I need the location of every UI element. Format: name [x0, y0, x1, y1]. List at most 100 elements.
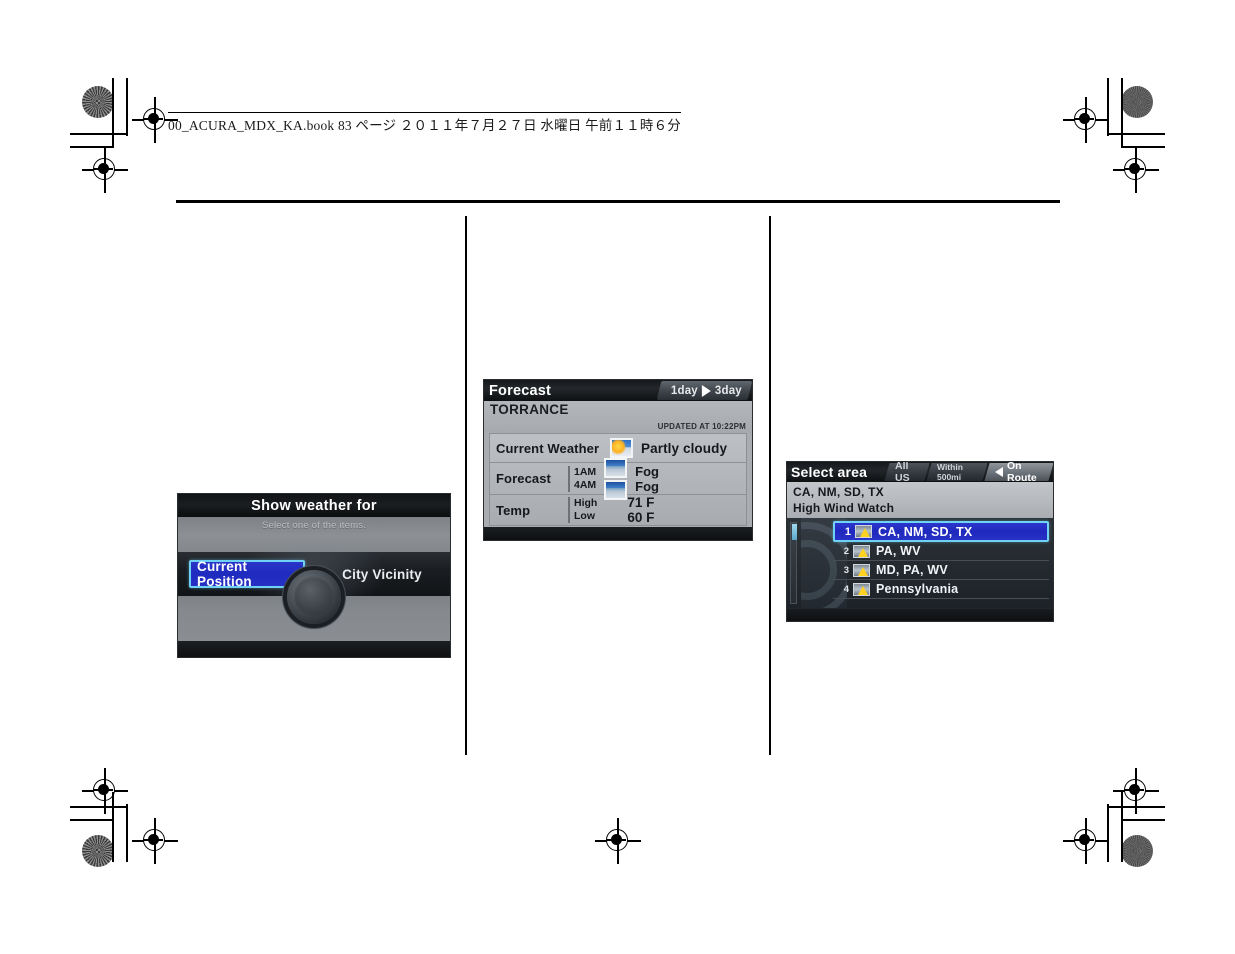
crop-line-tl-v2	[112, 78, 114, 148]
temp-key-high: High	[574, 497, 598, 509]
forecast-title: Forecast	[489, 382, 552, 399]
forecast-value-1: Fog	[635, 463, 659, 479]
list-item-label: MD, PA, WV	[876, 563, 948, 577]
select-area-alert-header: CA, NM, SD, TX High Wind Watch	[787, 482, 1053, 518]
tab-all-us-label: All US	[895, 461, 910, 484]
crop-line-bl-h	[70, 806, 128, 808]
select-area-footer-bar	[787, 609, 1053, 621]
crop-line-tl-h2	[70, 146, 114, 148]
tab-all-us[interactable]: All US	[884, 461, 930, 484]
page-header-text: 00_ACURA_MDX_KA.book 83 ページ ２０１１年７月２７日 水…	[168, 112, 681, 134]
crop-line-tr-h2	[1121, 146, 1165, 148]
forecast-icons	[596, 457, 628, 500]
print-color-patch-bottom-left	[82, 835, 114, 867]
row-temp: Temp High Low 71 F 60 F	[490, 495, 746, 525]
registration-cross-top-right-b	[1113, 147, 1159, 193]
temp-values: 71 F 60 F	[597, 495, 654, 525]
forecast-updated-at: UPDATED AT 10:22PM	[657, 422, 746, 431]
tab-within-500mi[interactable]: Within 500mi	[926, 462, 988, 482]
list-item-number: 1	[844, 525, 851, 538]
select-area-titlebar: Select area All US Within 500mi On Route	[787, 461, 1053, 484]
registration-cross-bottom-left-b	[132, 818, 178, 864]
weather-for-subtitle-label: Select one of the items.	[261, 520, 367, 531]
temp-key-low: Low	[574, 510, 595, 522]
tab-on-route[interactable]: On Route	[984, 461, 1053, 484]
forecast-tab-group: 1day 3day	[656, 381, 752, 400]
forecast-time-2: 4AM	[574, 478, 597, 491]
list-item-number: 2	[843, 545, 849, 557]
forecast-time-1: 1AM	[574, 465, 597, 478]
temp-value-low: 60 F	[627, 510, 655, 525]
crop-line-bl-h2	[70, 819, 114, 821]
current-position-label: Current Position	[197, 559, 252, 589]
list-item[interactable]: 2 PA, WV	[833, 542, 1049, 561]
list-item-label: CA, NM, SD, TX	[878, 524, 973, 539]
column-divider-left	[465, 216, 467, 755]
crop-line-tl-v	[126, 78, 128, 136]
forecast-data-panel: Current Weather Partly cloudy Forecast 1…	[489, 433, 747, 526]
forecast-city: TORRANCE	[490, 402, 569, 417]
select-area-tab-group: All US Within 500mi On Route	[884, 461, 1053, 484]
weather-alert-icon	[853, 563, 870, 577]
tab-3day[interactable]: 3day	[715, 385, 742, 397]
crop-line-tr-v	[1107, 78, 1109, 136]
list-item-label: PA, WV	[876, 544, 921, 558]
list-item[interactable]: 3 MD, PA, WV	[833, 561, 1049, 580]
temp-value-high: 71 F	[627, 495, 655, 510]
header-rule	[176, 200, 1060, 203]
crop-line-bl-v	[126, 804, 128, 862]
weather-for-titlebar: Show weather for	[178, 494, 450, 517]
registration-cross-bottom-center	[595, 818, 641, 864]
list-item-number: 3	[843, 564, 849, 576]
temp-keys: High Low	[568, 497, 597, 523]
print-color-patch-top-right	[1121, 86, 1153, 118]
forecast-value-2: Fog	[635, 478, 659, 494]
select-area-scrollbar[interactable]	[790, 522, 797, 604]
screenshot-show-weather-for: Show weather for Select one of the items…	[177, 493, 451, 658]
forecast-values: Fog Fog	[627, 464, 659, 494]
print-color-patch-top-left	[82, 86, 114, 118]
weather-for-title: Show weather for	[251, 497, 377, 514]
select-area-list: 1 CA, NM, SD, TX 2 PA, WV 3 MD, PA, WV 4…	[833, 521, 1049, 599]
forecast-footer-bar	[484, 527, 752, 540]
weather-alert-icon	[855, 525, 872, 538]
scrollbar-thumb[interactable]	[792, 524, 797, 540]
crop-line-br-h2	[1121, 819, 1165, 821]
weather-for-subtitle: Select one of the items.	[178, 517, 450, 534]
weather-alert-icon	[853, 544, 870, 558]
current-position-button[interactable]: Current Position	[189, 559, 305, 589]
crop-line-tr-h	[1107, 133, 1165, 135]
alert-header-line-1: CA, NM, SD, TX	[793, 485, 884, 499]
city-vicinity-button[interactable]: City Vicinity	[328, 560, 436, 588]
fog-icon-1	[604, 457, 628, 478]
list-item-label: Pennsylvania	[876, 582, 959, 596]
column-divider-right	[769, 216, 771, 755]
partly-cloudy-icon	[610, 438, 633, 458]
print-color-patch-bottom-right	[1121, 835, 1153, 867]
crop-line-tl-h	[70, 133, 128, 135]
tab-within-500mi-label: Within 500mi	[936, 462, 963, 482]
crop-line-bl-v2	[112, 792, 114, 862]
select-area-body: 1 CA, NM, SD, TX 2 PA, WV 3 MD, PA, WV 4…	[787, 518, 1053, 608]
crop-line-br-v2	[1121, 792, 1123, 862]
forecast-subheader: TORRANCE UPDATED AT 10:22PM	[484, 401, 752, 433]
tab-1day[interactable]: 1day	[671, 385, 698, 397]
play-arrow-icon[interactable]	[701, 384, 711, 397]
list-item[interactable]: 1 CA, NM, SD, TX	[833, 521, 1049, 542]
crop-line-br-v	[1107, 804, 1109, 862]
row-forecast: Forecast 1AM 4AM Fog Fog	[490, 457, 746, 500]
left-arrow-icon	[995, 467, 1004, 477]
forecast-titlebar: Forecast 1day 3day	[484, 380, 752, 401]
current-weather-value: Partly cloudy	[641, 440, 728, 456]
tab-on-route-label: On Route	[1007, 461, 1038, 484]
weather-for-footer-bar	[178, 641, 450, 657]
registration-cross-bottom-right-b	[1063, 818, 1109, 864]
screenshot-forecast: Forecast 1day 3day TORRANCE UPDATED AT 1…	[483, 379, 753, 541]
current-weather-label: Current Weather	[496, 440, 600, 456]
temp-row-label: Temp	[496, 502, 531, 518]
city-vicinity-label: City Vicinity	[342, 566, 422, 582]
page-header-label: 00_ACURA_MDX_KA.book 83 ページ ２０１１年７月２７日 水…	[168, 112, 681, 134]
list-item[interactable]: 4 Pennsylvania	[833, 580, 1049, 599]
registration-cross-top-right-a	[1063, 97, 1109, 143]
list-item-number: 4	[843, 583, 849, 595]
